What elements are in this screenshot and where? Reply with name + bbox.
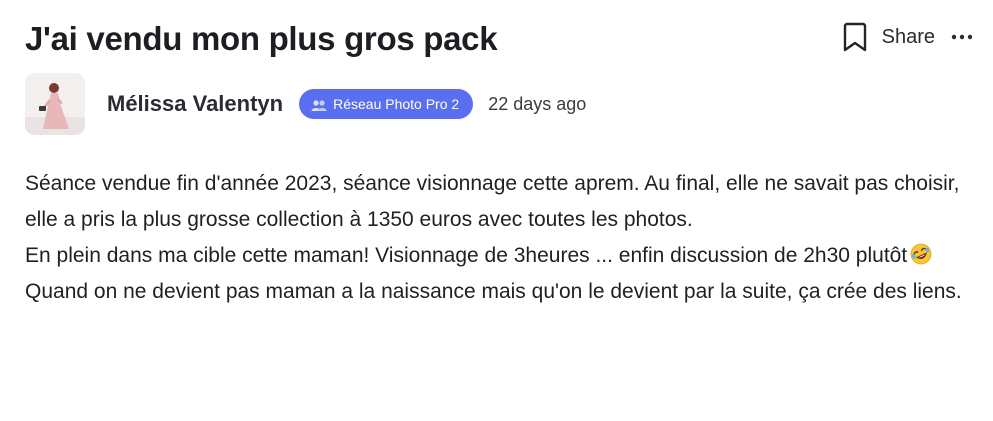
- post-card: J'ai vendu mon plus gros pack Share Méli…: [0, 0, 993, 421]
- post-paragraph-text: En plein dans ma cible cette maman! Visi…: [25, 244, 908, 267]
- group-badge[interactable]: Réseau Photo Pro 2: [299, 89, 474, 119]
- bookmark-icon[interactable]: [842, 21, 868, 53]
- post-body: Séance vendue fin d'année 2023, séance v…: [25, 166, 965, 310]
- post-paragraph: Séance vendue fin d'année 2023, séance v…: [25, 172, 960, 231]
- group-badge-label: Réseau Photo Pro 2: [333, 96, 460, 112]
- post-timestamp: 22 days ago: [488, 93, 587, 114]
- avatar[interactable]: [25, 73, 85, 135]
- group-icon: [311, 98, 327, 111]
- post-actions: Share: [842, 20, 973, 54]
- author-row: Mélissa Valentyn Réseau Photo Pro 2 22 d…: [25, 73, 586, 135]
- share-button[interactable]: Share: [882, 20, 935, 54]
- post-paragraph: Quand on ne devient pas maman a la naiss…: [25, 280, 962, 303]
- author-name[interactable]: Mélissa Valentyn: [107, 91, 283, 117]
- rolling-laughing-emoji-icon: [910, 241, 932, 265]
- post-paragraph: En plein dans ma cible cette maman! Visi…: [25, 238, 965, 274]
- more-options-icon[interactable]: [951, 20, 973, 54]
- post-title: J'ai vendu mon plus gros pack: [25, 20, 498, 57]
